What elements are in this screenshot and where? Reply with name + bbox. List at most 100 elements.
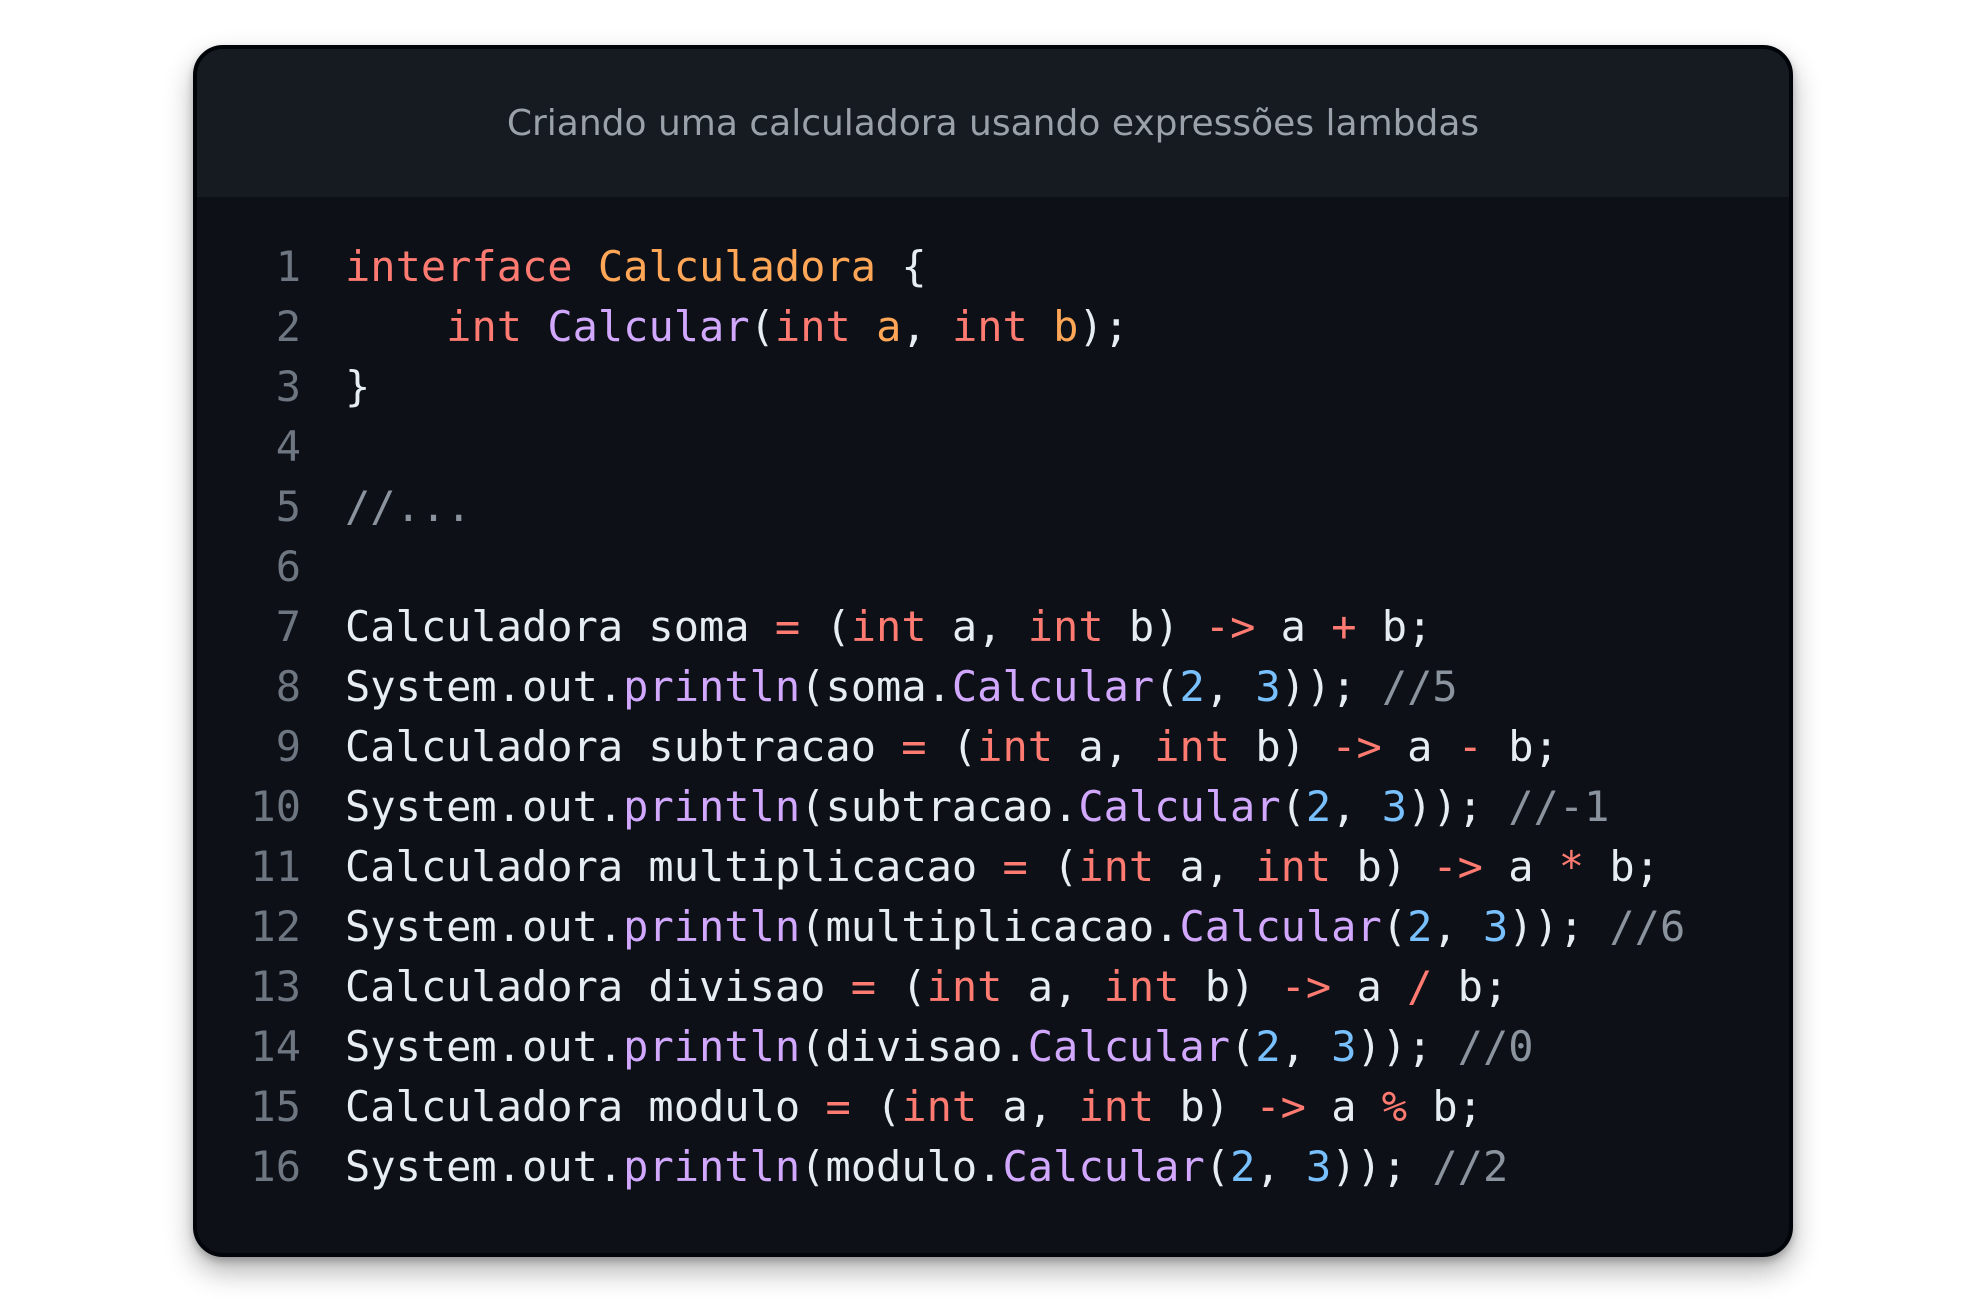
code-line: 13 Calculadora divisao = (int a, int b) -… (197, 957, 1789, 1017)
code-line: 12 System.out.println(multiplicacao.Calcu… (197, 897, 1789, 957)
window-titlebar: Criando uma calculadora usando expressõe… (197, 49, 1789, 197)
code-token-comment: //2 (1432, 1142, 1509, 1191)
code-token-plain: System.out. (345, 1142, 624, 1191)
line-number: 6 (275, 542, 301, 591)
code-token-keyword: int (926, 962, 1003, 1011)
code-line: 9 Calculadora subtracao = (int a, int b) … (197, 717, 1789, 777)
code-token-keyword: % (1381, 1082, 1408, 1131)
code-token-method: println (623, 662, 801, 711)
code-token-keyword: -> (1280, 962, 1332, 1011)
code-token-plain: System.out. (345, 782, 624, 831)
code-token-method: Calcular (1027, 1022, 1231, 1071)
code-token-plain: a (1255, 602, 1332, 651)
line-number: 12 (250, 902, 301, 951)
code-token-plain: a, (1002, 962, 1104, 1011)
code-token-method: println (623, 902, 801, 951)
code-line: 3} (197, 357, 1789, 417)
code-token-plain: a (1331, 962, 1408, 1011)
line-code: System.out.println(soma.Calcular(2, 3));… (301, 657, 1458, 717)
code-token-plain: Calculadora subtracao (345, 722, 902, 771)
code-token-keyword: int (774, 302, 851, 351)
code-token-number: 2 (1230, 1142, 1256, 1191)
code-token-plain: , (1432, 902, 1483, 951)
code-token-plain: b) (1230, 722, 1332, 771)
line-number: 16 (250, 1142, 301, 1191)
code-token-keyword: int (446, 302, 523, 351)
code-token-plain: b; (1584, 842, 1660, 891)
line-code: System.out.println(modulo.Calcular(2, 3)… (301, 1137, 1508, 1197)
line-code: Calculadora soma = (int a, int b) -> a +… (301, 597, 1432, 657)
code-token-keyword: -> (1204, 602, 1256, 651)
code-token-number: 3 (1331, 1022, 1357, 1071)
line-code: System.out.println(subtracao.Calcular(2,… (301, 777, 1609, 837)
code-token-keyword: = (901, 722, 927, 771)
code-token-keyword: int (1027, 602, 1104, 651)
line-code: interface Calculadora { (301, 237, 927, 297)
code-token-plain: System.out. (345, 902, 624, 951)
code-token-plain: a, (926, 602, 1028, 651)
code-token-method: println (623, 1022, 801, 1071)
line-code: Calculadora modulo = (int a, int b) -> a… (301, 1077, 1483, 1137)
code-token-plain: System.out. (345, 1022, 624, 1071)
code-token-plain: ( (800, 602, 851, 651)
code-token-keyword: = (774, 602, 801, 651)
code-token-plain: ( (749, 302, 775, 351)
code-token-keyword: * (1558, 842, 1585, 891)
line-code: System.out.println(multiplicacao.Calcula… (301, 897, 1685, 957)
code-window: Criando uma calculadora usando expressõe… (193, 45, 1793, 1257)
code-token-method: Calcular (951, 662, 1155, 711)
line-number: 3 (275, 362, 301, 411)
line-code: Calculadora multiplicacao = (int a, int … (301, 837, 1660, 897)
code-token-plain: a (1482, 842, 1559, 891)
code-token-plain: ( (876, 962, 927, 1011)
code-token-method: println (623, 1142, 801, 1191)
code-token-keyword: = (825, 1082, 851, 1131)
code-token-plain: b) (1103, 602, 1205, 651)
code-token-plain: Calculadora modulo (345, 1082, 826, 1131)
code-token-keyword: -> (1255, 1082, 1306, 1131)
code-token-keyword: int (1078, 1082, 1155, 1131)
code-token-keyword: / (1407, 962, 1433, 1011)
code-token-plain: (divisao. (800, 1022, 1028, 1071)
line-code: } (301, 357, 370, 417)
code-token-plain: Calculadora divisao (345, 962, 851, 1011)
code-token-plain: b) (1331, 842, 1433, 891)
code-token-plain: , (1204, 662, 1256, 711)
code-token-plain: b; (1432, 962, 1509, 1011)
code-token-plain: , (1280, 1022, 1332, 1071)
code-token-plain: { (876, 242, 927, 291)
code-line: 6 (197, 537, 1789, 597)
code-token-keyword: -> (1432, 842, 1483, 891)
code-token-plain: ( (1381, 902, 1408, 951)
code-token-keyword: int (1154, 722, 1231, 771)
line-number: 15 (250, 1082, 301, 1131)
line-number: 2 (275, 302, 301, 351)
code-token-plain: b) (1154, 1082, 1256, 1131)
code-token-plain: , (1255, 1142, 1306, 1191)
code-line: 2 int Calcular(int a, int b); (197, 297, 1789, 357)
code-token-plain: ( (850, 1082, 902, 1131)
code-token-param: b (1053, 302, 1079, 351)
code-token-keyword: = (1002, 842, 1028, 891)
line-code: System.out.println(divisao.Calcular(2, 3… (301, 1017, 1534, 1077)
window-title: Criando uma calculadora usando expressõe… (506, 102, 1480, 144)
code-token-comment: //6 (1609, 902, 1686, 951)
code-token-method: Calcular (1179, 902, 1382, 951)
code-token-plain: b; (1482, 722, 1559, 771)
code-token-plain: , (901, 302, 952, 351)
code-token-number: 3 (1381, 782, 1408, 831)
line-code: //... (301, 477, 471, 537)
code-token-plain: ( (926, 722, 978, 771)
code-token-method: println (623, 782, 801, 831)
code-token-plain: ); (1078, 302, 1129, 351)
code-token-keyword: -> (1331, 722, 1382, 771)
code-token-keyword: = (850, 962, 877, 1011)
code-token-number: 2 (1255, 1022, 1281, 1071)
code-token-plain: b) (1179, 962, 1281, 1011)
